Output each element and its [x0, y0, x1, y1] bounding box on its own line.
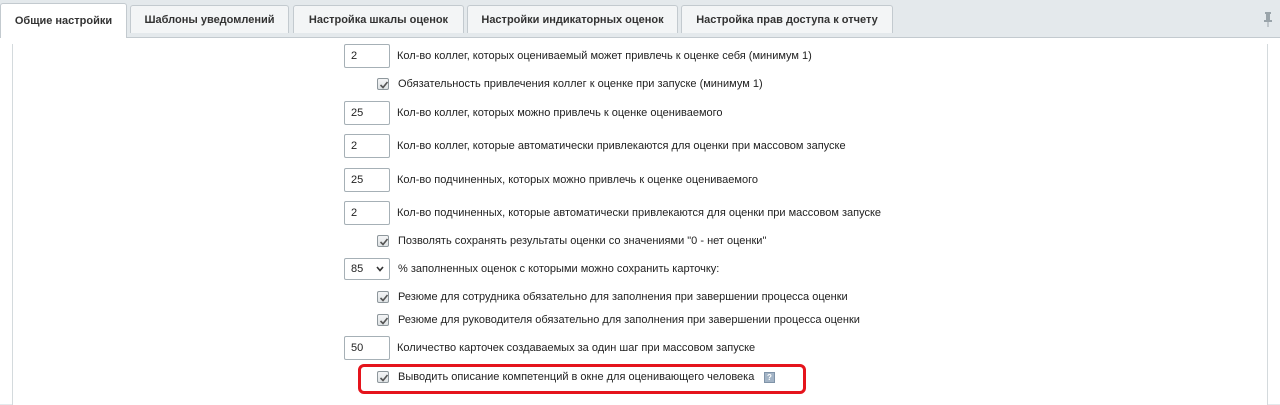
check-icon: [379, 81, 389, 89]
cards-per-step-input[interactable]: [344, 336, 390, 360]
colleagues-assess-label: Кол-во коллег, которых можно привлечь к …: [397, 107, 723, 119]
resume-manager-label: Резюме для руководителя обязательно для …: [398, 314, 860, 326]
colleagues-self-input[interactable]: [344, 44, 390, 68]
colleagues-required-checkbox[interactable]: [377, 78, 389, 90]
highlight-box: [358, 364, 806, 394]
tab-notification-templates[interactable]: Шаблоны уведомлений: [130, 5, 289, 33]
subordinates-auto-label: Кол-во подчиненных, которые автоматическ…: [397, 207, 882, 219]
allow-zero-label: Позволять сохранять результаты оценки со…: [398, 235, 767, 247]
filled-percent-select[interactable]: 85: [344, 258, 390, 280]
check-icon: [379, 294, 389, 302]
setting-subordinates-assess: Кол-во подчиненных, которых можно привле…: [0, 166, 1280, 194]
setting-cards-per-step: Количество карточек создаваемых за один …: [0, 334, 1280, 362]
colleagues-auto-input[interactable]: [344, 134, 390, 158]
tab-indicator-ratings[interactable]: Настройки индикаторных оценок: [467, 5, 678, 33]
subordinates-assess-label: Кол-во подчиненных, которых можно привле…: [397, 174, 758, 186]
colleagues-self-label: Кол-во коллег, которых оцениваемый может…: [397, 50, 812, 62]
setting-resume-manager: Резюме для руководителя обязательно для …: [0, 306, 1280, 334]
allow-zero-checkbox[interactable]: [377, 235, 389, 247]
filled-percent-value: 85: [351, 263, 364, 275]
setting-filled-percent: 85 % заполненных оценок с которыми можно…: [0, 255, 1280, 283]
setting-subordinates-auto: Кол-во подчиненных, которые автоматическ…: [0, 199, 1280, 227]
setting-colleagues-self: Кол-во коллег, которых оцениваемый может…: [0, 42, 1280, 70]
setting-colleagues-required: Обязательность привлечения коллег к оцен…: [0, 70, 1280, 98]
cards-per-step-label: Количество карточек создаваемых за один …: [397, 342, 756, 354]
filled-percent-label: % заполненных оценок с которыми можно со…: [398, 263, 720, 275]
check-icon: [379, 238, 389, 246]
tab-rating-scale[interactable]: Настройка шкалы оценок: [293, 5, 464, 33]
setting-allow-zero: Позволять сохранять результаты оценки со…: [0, 227, 1280, 255]
tab-report-access[interactable]: Настройка прав доступа к отчету: [681, 5, 893, 33]
pin-icon[interactable]: [1262, 11, 1274, 27]
colleagues-required-label: Обязательность привлечения коллег к оцен…: [398, 78, 763, 90]
subordinates-auto-input[interactable]: [344, 201, 390, 225]
subordinates-assess-input[interactable]: [344, 168, 390, 192]
colleagues-assess-input[interactable]: [344, 101, 390, 125]
tab-general-settings[interactable]: Общие настройки: [0, 3, 127, 38]
tab-bar: Общие настройки Шаблоны уведомлений Наст…: [0, 0, 1280, 38]
setting-colleagues-assess: Кол-во коллег, которых можно привлечь к …: [0, 99, 1280, 127]
chevron-down-icon: [376, 266, 384, 272]
colleagues-auto-label: Кол-во коллег, которые автоматически при…: [397, 140, 846, 152]
check-icon: [379, 317, 389, 325]
resume-employee-checkbox[interactable]: [377, 291, 389, 303]
resume-employee-label: Резюме для сотрудника обязательно для за…: [398, 291, 848, 303]
setting-colleagues-auto: Кол-во коллег, которые автоматически при…: [0, 132, 1280, 160]
resume-manager-checkbox[interactable]: [377, 314, 389, 326]
